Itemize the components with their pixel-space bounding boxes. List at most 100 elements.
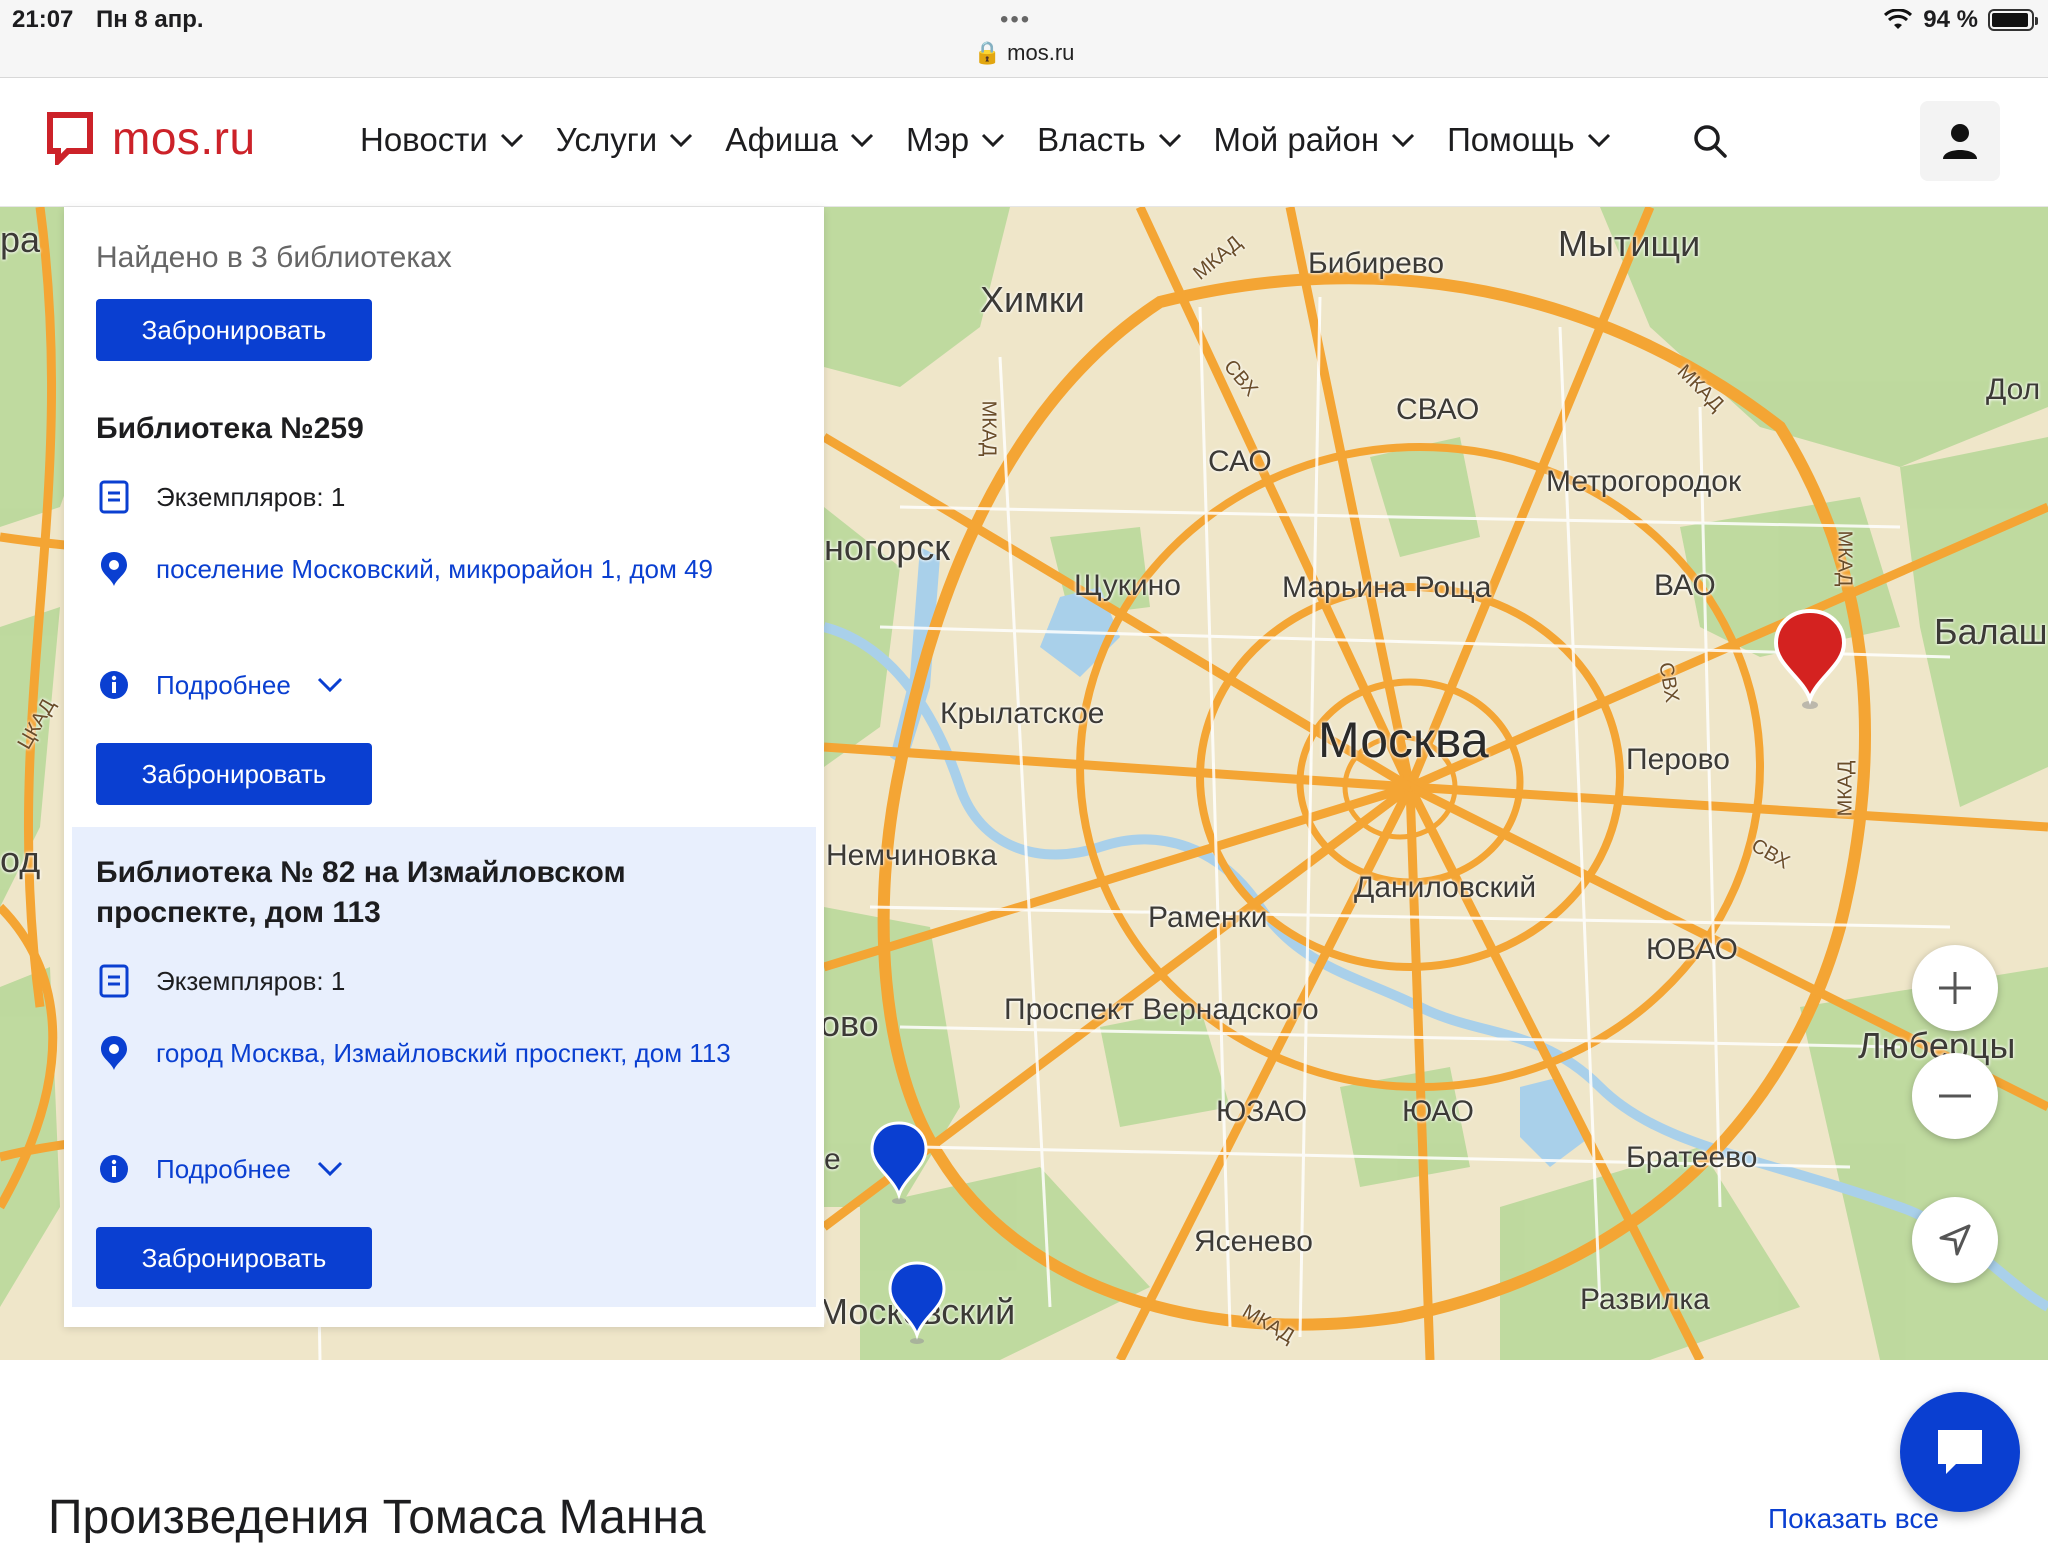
map-label-vao: ВАО	[1654, 569, 1716, 602]
status-date: Пн 8 апр.	[96, 6, 204, 33]
document-icon	[96, 477, 132, 517]
library-copies: Экземпляров: 1	[96, 961, 345, 1001]
map-label-brateevo: Братеево	[1626, 1141, 1758, 1174]
chevron-down-icon	[670, 133, 693, 148]
address-bar[interactable]: 🔒 mos.ru	[0, 40, 2048, 66]
chat-button[interactable]	[1900, 1392, 2020, 1512]
map-label-perovo: Перово	[1626, 743, 1730, 776]
map-label-nemchinovka: Немчиновка	[826, 839, 998, 872]
map-label-prospekt-vernadskogo: Проспект Вернадского	[1004, 993, 1319, 1026]
status-time: 21:07	[12, 6, 74, 33]
info-icon	[96, 665, 132, 705]
chevron-down-icon	[850, 133, 874, 148]
map-label-yuvao: ЮВАО	[1646, 933, 1739, 966]
reserve-button[interactable]: Забронировать	[96, 743, 372, 805]
map-label-mkad: МКАД	[1834, 760, 1857, 817]
map-label-yuzao: ЮЗАО	[1216, 1095, 1308, 1128]
map-pin-selected-icon[interactable]	[1772, 607, 1848, 711]
details-toggle[interactable]: Подробнее	[96, 665, 345, 705]
map-pin-icon[interactable]	[886, 1259, 948, 1347]
lock-icon: 🔒	[973, 40, 1002, 65]
details-label: Подробнее	[156, 1154, 291, 1184]
map-label-maryina-roshcha: Марьина Роща	[1282, 571, 1492, 604]
show-all-link[interactable]: Показать все	[1768, 1503, 1939, 1535]
battery-icon	[1988, 9, 2038, 31]
section-title: Произведения Томаса Манна	[48, 1491, 706, 1544]
results-panel: Найдено в 3 библиотеках Забронировать Би…	[64, 207, 824, 1327]
map-label-ramenki: Раменки	[1148, 901, 1268, 934]
nav-item-afisha[interactable]: Афиша	[725, 121, 876, 159]
map-label-krylatskoe: Крылатское	[940, 697, 1105, 730]
nav-label: Власть	[1037, 121, 1146, 158]
logo-text: mos.ru	[112, 112, 256, 164]
map-label-yasenevo: Ясенево	[1194, 1225, 1313, 1258]
nav-label: Мой район	[1213, 121, 1380, 158]
map-label-mkad: МКАД	[977, 400, 1000, 457]
details-label: Подробнее	[156, 670, 291, 700]
map-label-svao: СВАО	[1396, 393, 1480, 426]
wifi-icon	[1884, 9, 1913, 29]
map-label-e: е	[824, 1143, 841, 1176]
map-label-danilovsky: Даниловский	[1354, 871, 1537, 904]
zoom-out-button[interactable]	[1912, 1053, 1998, 1139]
map-label-moscow: Москва	[1318, 712, 1489, 768]
map-label-od: од	[0, 839, 41, 880]
more-dots-icon[interactable]: •••	[1000, 6, 1031, 34]
map-label-dol: Дол	[1986, 373, 2041, 406]
library-title: Библиотека №259	[96, 412, 364, 445]
user-button[interactable]	[1920, 101, 2000, 181]
chevron-down-icon	[1587, 133, 1610, 148]
library-address: город Москва, Измайловский проспект, дом…	[96, 1033, 796, 1073]
map-label-balash: Балаш	[1934, 611, 2048, 652]
map-label-mytishchi: Мытищи	[1558, 223, 1701, 264]
nav-item-my-district[interactable]: Мой район	[1214, 121, 1418, 159]
zoom-in-button[interactable]	[1912, 945, 1998, 1031]
document-icon	[96, 961, 132, 1001]
logo-icon	[47, 112, 93, 165]
reserve-button[interactable]: Забронировать	[96, 299, 372, 361]
map-label-sao: САО	[1208, 445, 1272, 478]
map-label-ovo: ово	[820, 1003, 879, 1044]
nav-item-government[interactable]: Власть	[1037, 121, 1183, 159]
chevron-down-icon	[317, 677, 342, 693]
search-icon[interactable]	[1692, 123, 1728, 159]
chevron-down-icon	[1158, 133, 1181, 148]
nav-label: Новости	[360, 121, 488, 158]
nav-item-news[interactable]: Новости	[360, 121, 526, 159]
library-address: поселение Московский, микрорайон 1, дом …	[96, 549, 796, 589]
battery-percent: 94 %	[1923, 6, 1978, 33]
chevron-down-icon	[1392, 133, 1415, 148]
chevron-down-icon	[982, 133, 1005, 148]
locate-button[interactable]	[1912, 1197, 1998, 1283]
found-count: Найдено в 3 библиотеках	[96, 241, 452, 274]
navigation-arrow-icon	[1939, 1224, 1971, 1256]
map-pin-icon[interactable]	[868, 1119, 930, 1207]
site-header: mos.ru Новости Услуги Афиша Мэр Власть М…	[0, 79, 2048, 207]
copies-text: Экземпляров: 1	[156, 966, 346, 996]
info-icon	[96, 1149, 132, 1189]
map-label-khimki: Химки	[980, 279, 1085, 320]
map-label-razvilka: Развилка	[1580, 1283, 1710, 1316]
map-label-zelenogorsk: ногорск	[824, 527, 951, 568]
logo[interactable]: mos.ru	[46, 111, 256, 165]
reserve-button[interactable]: Забронировать	[96, 1227, 372, 1289]
nav-item-help[interactable]: Помощь	[1447, 121, 1612, 159]
map-label-bibirevo: Бибирево	[1308, 247, 1445, 280]
nav-item-mayor[interactable]: Мэр	[906, 121, 1007, 159]
nav-label: Афиша	[725, 121, 839, 158]
details-toggle[interactable]: Подробнее	[96, 1149, 345, 1189]
user-icon	[1943, 124, 1977, 159]
main-nav: Новости Услуги Афиша Мэр Власть Мой райо…	[360, 121, 1613, 159]
url-text: mos.ru	[1007, 40, 1075, 65]
map-label-ra: ра	[0, 219, 41, 260]
map-label-yuao: ЮАО	[1402, 1095, 1474, 1128]
address-link[interactable]: поселение Московский, микрорайон 1, дом …	[156, 549, 776, 589]
chevron-down-icon	[317, 1161, 342, 1177]
nav-label: Помощь	[1447, 121, 1575, 158]
location-pin-icon	[96, 1033, 132, 1073]
plus-icon	[1939, 972, 1971, 1004]
address-link[interactable]: город Москва, Измайловский проспект, дом…	[156, 1033, 796, 1073]
map-label-shchukino: Щукино	[1074, 569, 1181, 602]
nav-item-services[interactable]: Услуги	[556, 121, 695, 159]
chevron-down-icon	[500, 133, 523, 148]
